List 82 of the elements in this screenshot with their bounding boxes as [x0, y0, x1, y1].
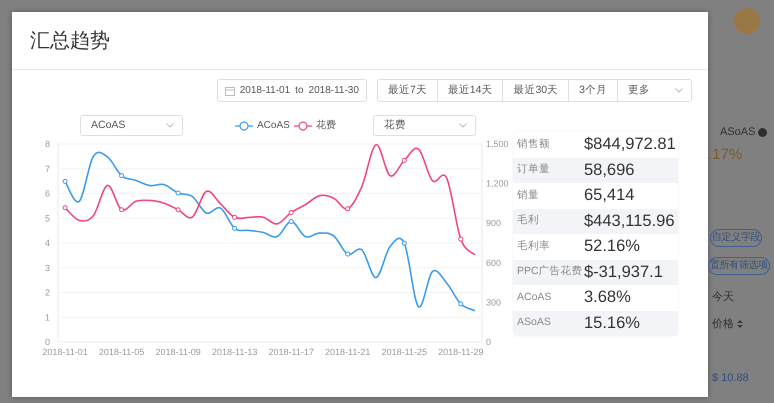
point — [232, 214, 238, 220]
metric-value: .17% — [708, 144, 744, 164]
axis-tick-label: 8 — [44, 139, 50, 149]
point — [232, 226, 238, 231]
range-button[interactable]: 最近14天 — [436, 79, 504, 102]
legend-label: 花费 — [316, 118, 336, 133]
metric-dropdown[interactable]: ACoAS — [80, 115, 183, 136]
range-button[interactable]: 最近30天 — [502, 79, 570, 102]
legend-line-icon — [235, 120, 253, 130]
axis-tick-label: 1 — [44, 312, 50, 322]
date-separator: to — [295, 84, 304, 98]
axis-tick-label: 2018-11-13 — [212, 347, 258, 357]
point — [288, 218, 294, 224]
stat-label: ASoAS — [516, 315, 552, 330]
range-button[interactable]: 最近7天 — [376, 79, 438, 102]
axis-tick-label: 0 — [486, 337, 492, 347]
axis-tick-label: 0 — [44, 337, 50, 347]
stat-label: 毛利 — [516, 213, 540, 228]
stat-label: 订单量 — [516, 162, 551, 178]
axis-tick-label: 2018-11-25 — [382, 347, 427, 357]
price-text: $ 10.88 — [712, 371, 750, 386]
stat-value: 58,696 — [584, 160, 634, 181]
axis-tick-label: 7 — [44, 164, 50, 174]
point — [176, 190, 181, 196]
point — [458, 301, 464, 306]
axis-tick-label: 900 — [486, 218, 502, 228]
axis-tick-label: 2018-11-01 — [42, 347, 88, 357]
axis-tick-label: 2018-11-21 — [325, 347, 370, 357]
axis-tick-label: 2018-11-05 — [98, 347, 144, 357]
stat-label: ACoAS — [516, 290, 552, 305]
point — [345, 206, 350, 212]
stat-value: 3.68% — [584, 287, 631, 308]
point — [458, 236, 464, 242]
axis-tick-label: 2018-11-09 — [155, 347, 201, 357]
stat-value: $844,972.81 — [584, 134, 676, 156]
axis-tick-label: 300 — [486, 297, 502, 308]
point — [62, 178, 68, 184]
axis-tick-label: 2018-11-17 — [268, 347, 314, 357]
axis-tick-label: 3 — [44, 262, 50, 273]
axis-tick-label: 5 — [44, 213, 50, 224]
calendar-icon — [224, 86, 235, 96]
stat-value: $443,115.96 — [584, 210, 675, 232]
chevron-down-icon — [166, 123, 174, 128]
stat-value: 15.16% — [584, 312, 640, 334]
legend-line-icon — [294, 120, 312, 130]
axis-tick-label: 1,200 — [486, 178, 509, 189]
point — [176, 207, 181, 212]
range-button[interactable]: 3个月 — [568, 79, 618, 102]
stat-value: 65,414 — [584, 185, 634, 206]
modal-title: 汇总趋势 — [30, 29, 111, 53]
sort-icon — [737, 320, 743, 328]
avatar[interactable] — [734, 8, 760, 34]
chevron-down-icon — [459, 123, 467, 128]
stat-label: 毛利率 — [516, 238, 551, 254]
stat-value: 52.16% — [584, 236, 640, 258]
axis-tick-label: 2 — [44, 288, 50, 298]
legend-label: ACoAS — [257, 119, 290, 133]
metric-dropdown[interactable]: 花费 — [373, 115, 476, 136]
stat-value: $-31,937.1 — [584, 262, 663, 283]
axis-tick-label: 6 — [44, 188, 50, 198]
axis-tick-label: 2018-11-29 — [438, 347, 484, 357]
point — [119, 173, 124, 178]
point — [345, 252, 350, 257]
stat-label: 销售额 — [516, 136, 551, 152]
point — [402, 158, 407, 163]
point — [402, 240, 407, 246]
point — [119, 207, 124, 212]
date-start: 2018-11-01 — [240, 84, 290, 98]
point — [62, 205, 68, 210]
column-group-header: 今天 — [712, 290, 735, 305]
metric-label: ASoAS — [720, 125, 756, 140]
stat-label: PPC广告花费 — [516, 264, 584, 280]
more-dropdown[interactable]: 更多 — [617, 79, 692, 102]
column-header: 价格 — [712, 316, 734, 332]
axis-tick-label: 1,500 — [486, 139, 509, 149]
point — [288, 210, 294, 216]
axis-tick-label: 600 — [486, 258, 502, 268]
chevron-down-icon — [675, 88, 683, 93]
date-range-field[interactable]: 2018-11-01 to 2018-11-30 — [216, 79, 367, 102]
date-end: 2018-11-30 — [308, 84, 359, 98]
stat-label: 销量 — [516, 188, 540, 203]
axis-tick-label: 4 — [44, 238, 50, 248]
